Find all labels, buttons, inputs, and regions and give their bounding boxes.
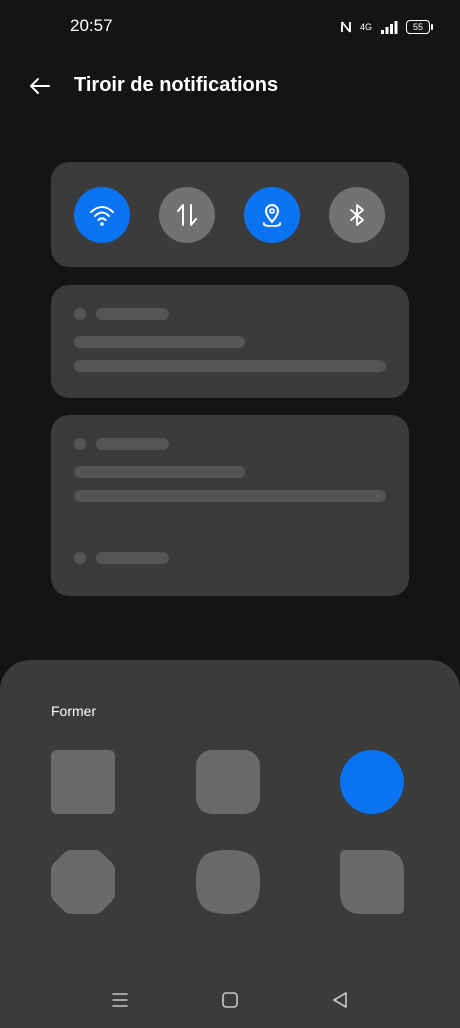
recents-button[interactable] (108, 988, 132, 1012)
back-button[interactable] (28, 74, 52, 98)
status-bar: 20:57 4G 55 (0, 0, 460, 52)
status-time: 20:57 (70, 16, 113, 35)
network-type: 4G (359, 22, 372, 32)
placeholder-bar (74, 360, 386, 372)
placeholder-dot (74, 552, 86, 564)
placeholder-bar (96, 308, 169, 320)
battery-level: 55 (412, 22, 423, 32)
placeholder-bar (74, 490, 386, 502)
back-arrow-icon (30, 78, 50, 94)
home-icon (222, 992, 238, 1008)
notification-preview-1 (51, 285, 409, 398)
shape-option-leaf[interactable] (340, 850, 404, 914)
placeholder-bar (74, 466, 245, 478)
shape-option-octagon[interactable] (51, 850, 115, 914)
navigation-bar (0, 980, 460, 1020)
wifi-tile (74, 187, 130, 243)
bluetooth-icon (350, 204, 364, 226)
quick-settings-preview (51, 162, 409, 267)
shape-option-rounded-square[interactable] (196, 750, 260, 814)
data-tile (159, 187, 215, 243)
back-nav-button[interactable] (328, 988, 352, 1012)
notification-preview-2 (51, 415, 409, 596)
signal-icon (381, 21, 398, 34)
location-tile (244, 187, 300, 243)
page-title: Tiroir de notifications (74, 74, 279, 96)
placeholder-bar (74, 336, 245, 348)
location-icon (262, 204, 282, 227)
battery-icon: 55 (406, 20, 433, 34)
status-icons: 4G 55 (340, 16, 433, 38)
shape-option-squircle[interactable] (196, 850, 260, 914)
placeholder-dot (74, 438, 86, 450)
placeholder-dot (74, 308, 86, 320)
placeholder-bar (96, 552, 169, 564)
app-bar: Tiroir de notifications (0, 60, 460, 112)
home-button[interactable] (218, 988, 242, 1012)
shape-picker-label: Former (51, 703, 97, 719)
shape-option-square[interactable] (51, 750, 115, 814)
nfc-icon (341, 21, 351, 33)
shape-picker-sheet: Former (0, 660, 460, 1028)
wifi-icon (90, 206, 114, 226)
menu-icon (112, 993, 128, 1007)
data-transfer-icon (177, 204, 197, 226)
placeholder-bar (96, 438, 169, 450)
back-triangle-icon (333, 992, 347, 1008)
bluetooth-tile (329, 187, 385, 243)
shape-option-circle[interactable] (340, 750, 404, 814)
